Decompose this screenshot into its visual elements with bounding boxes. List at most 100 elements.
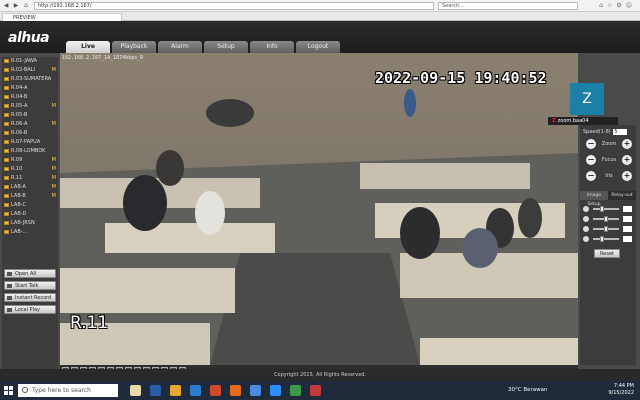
zoom-app-icon[interactable] bbox=[270, 385, 281, 396]
forward-icon[interactable]: ▶ bbox=[12, 2, 20, 10]
zoom-out-button[interactable]: − bbox=[586, 139, 596, 149]
system-clock[interactable]: 7:44 PM 9/15/2022 bbox=[608, 383, 634, 397]
osd-camera-name: R.11 bbox=[70, 313, 109, 333]
folder-icon[interactable] bbox=[170, 385, 181, 396]
app-icon[interactable] bbox=[310, 385, 321, 396]
camera-item[interactable]: R.05-B bbox=[2, 111, 58, 120]
motion-indicator bbox=[56, 84, 58, 93]
camera-icon bbox=[4, 104, 9, 108]
camera-item[interactable]: R.08-LOMBOK bbox=[2, 147, 58, 156]
tab-image-setup[interactable]: Image Setup bbox=[580, 191, 608, 207]
dvr-web-app: alhua Live Playback Alarm Setup Info Log… bbox=[0, 21, 640, 381]
open-icon bbox=[7, 272, 12, 276]
search-input[interactable]: Search... bbox=[438, 2, 578, 10]
camera-icon bbox=[4, 95, 9, 99]
camera-item[interactable]: LAB-D bbox=[2, 210, 58, 219]
local-play-button[interactable]: Local Play bbox=[4, 305, 56, 314]
talk-icon bbox=[7, 284, 12, 288]
camera-item[interactable]: R.10 M bbox=[2, 165, 58, 174]
open-all-button[interactable]: Open All bbox=[4, 269, 56, 278]
reset-button[interactable]: Reset bbox=[594, 249, 620, 258]
tab-live[interactable]: Live bbox=[66, 41, 110, 53]
iris-open-button[interactable]: + bbox=[622, 171, 632, 181]
camera-icon bbox=[4, 140, 9, 144]
start-talk-button[interactable]: Start Talk bbox=[4, 281, 56, 290]
camera-item[interactable]: LAB-C bbox=[2, 201, 58, 210]
osd-timestamp: 2022-09-15 19:40:52 bbox=[375, 69, 547, 87]
camera-icon bbox=[4, 194, 9, 198]
saturation-icon bbox=[583, 226, 589, 232]
camera-item[interactable]: LAB-A M bbox=[2, 183, 58, 192]
tab-logout[interactable]: Logout bbox=[296, 41, 340, 53]
image-slider bbox=[583, 205, 633, 213]
camera-item[interactable]: R.09 M bbox=[2, 156, 58, 165]
slider-value-box[interactable] bbox=[623, 206, 632, 212]
motion-indicator: M bbox=[51, 103, 56, 109]
tab-relay-out[interactable]: Relay-out bbox=[608, 191, 636, 200]
slider-value-box[interactable] bbox=[623, 216, 632, 222]
tab-setup[interactable]: Setup bbox=[204, 41, 248, 53]
camera-item[interactable]: R.02-BALI M bbox=[2, 66, 58, 75]
edge-icon[interactable] bbox=[150, 385, 161, 396]
tab-alarm[interactable]: Alarm bbox=[158, 41, 202, 53]
zoom-in-button[interactable]: + bbox=[622, 139, 632, 149]
slider-value-box[interactable] bbox=[623, 226, 632, 232]
video-feed[interactable]: 192.168.2.167_1A_1874kbps_R 2022-09-15 1… bbox=[60, 53, 578, 365]
taskbar-search[interactable]: Type here to search bbox=[18, 384, 118, 397]
ie-icon[interactable] bbox=[250, 385, 261, 396]
slider-knob[interactable] bbox=[604, 216, 608, 222]
zoom-mic-icon: Z bbox=[552, 118, 556, 124]
motion-indicator bbox=[56, 57, 58, 66]
logo: alhua bbox=[8, 30, 50, 46]
focus-out-button[interactable]: − bbox=[586, 155, 596, 165]
camera-item[interactable]: R.06-B bbox=[2, 129, 58, 138]
focus-control: − Focus + bbox=[586, 155, 632, 165]
slider-track[interactable] bbox=[593, 208, 619, 210]
motion-indicator bbox=[56, 75, 58, 84]
weather-widget[interactable]: 30°C Berawan bbox=[508, 387, 547, 393]
slider-knob[interactable] bbox=[599, 206, 604, 212]
slider-knob[interactable] bbox=[604, 226, 608, 232]
slider-track[interactable] bbox=[593, 238, 619, 240]
channel-label: 192.168.2.167_1A_1874kbps_R bbox=[62, 55, 144, 61]
speed-control: Speed(1-8) 5 bbox=[583, 129, 628, 135]
home-icon[interactable]: ⌂ bbox=[22, 2, 30, 10]
camera-item[interactable]: R.06-A M bbox=[2, 120, 58, 129]
focus-in-button[interactable]: + bbox=[622, 155, 632, 165]
camera-item[interactable]: R.04-A bbox=[2, 84, 58, 93]
camera-label: R.06-B bbox=[11, 130, 28, 136]
slider-knob[interactable] bbox=[599, 236, 604, 242]
hue-icon bbox=[583, 236, 589, 242]
camera-item[interactable]: LAB-... bbox=[2, 228, 58, 237]
motion-indicator bbox=[56, 228, 58, 237]
windows-start-icon[interactable] bbox=[4, 386, 14, 396]
camera-label: R.07-PAPUA bbox=[11, 139, 41, 145]
camera-item[interactable]: R.11 M bbox=[2, 174, 58, 183]
camera-item[interactable]: R.05-A M bbox=[2, 102, 58, 111]
instant-record-button[interactable]: Instant Record bbox=[4, 293, 56, 302]
store-icon[interactable] bbox=[190, 385, 201, 396]
camera-label: R.05-B bbox=[11, 112, 28, 118]
tab-info[interactable]: Info bbox=[250, 41, 294, 53]
camera-item[interactable]: R.04-B bbox=[2, 93, 58, 102]
iris-close-button[interactable]: − bbox=[586, 171, 596, 181]
zoom-avatar[interactable]: Z bbox=[570, 83, 604, 115]
address-bar[interactable]: http://192.168.2.167/ bbox=[34, 2, 434, 10]
motion-indicator bbox=[56, 93, 58, 102]
slider-value-box[interactable] bbox=[623, 236, 632, 242]
camera-label: R.03-SUMATERA bbox=[11, 76, 52, 82]
speed-select[interactable]: 5 bbox=[613, 129, 628, 135]
office-icon[interactable] bbox=[210, 385, 221, 396]
file-explorer-icon[interactable] bbox=[130, 385, 141, 396]
tab-preview[interactable]: PREVIEW bbox=[2, 13, 122, 21]
camera-item[interactable]: R.03-SUMATERA bbox=[2, 75, 58, 84]
tab-playback[interactable]: Playback bbox=[112, 41, 156, 53]
camera-item[interactable]: R.07-PAPUA bbox=[2, 138, 58, 147]
camera-item[interactable]: R.01-JAWA bbox=[2, 57, 58, 66]
camera-item[interactable]: LAB-JRSN bbox=[2, 219, 58, 228]
chrome-icon[interactable] bbox=[290, 385, 301, 396]
firefox-icon[interactable] bbox=[230, 385, 241, 396]
camera-item[interactable]: LAB-B M bbox=[2, 192, 58, 201]
back-icon[interactable]: ◀ bbox=[2, 2, 10, 10]
search-icon bbox=[22, 387, 28, 393]
